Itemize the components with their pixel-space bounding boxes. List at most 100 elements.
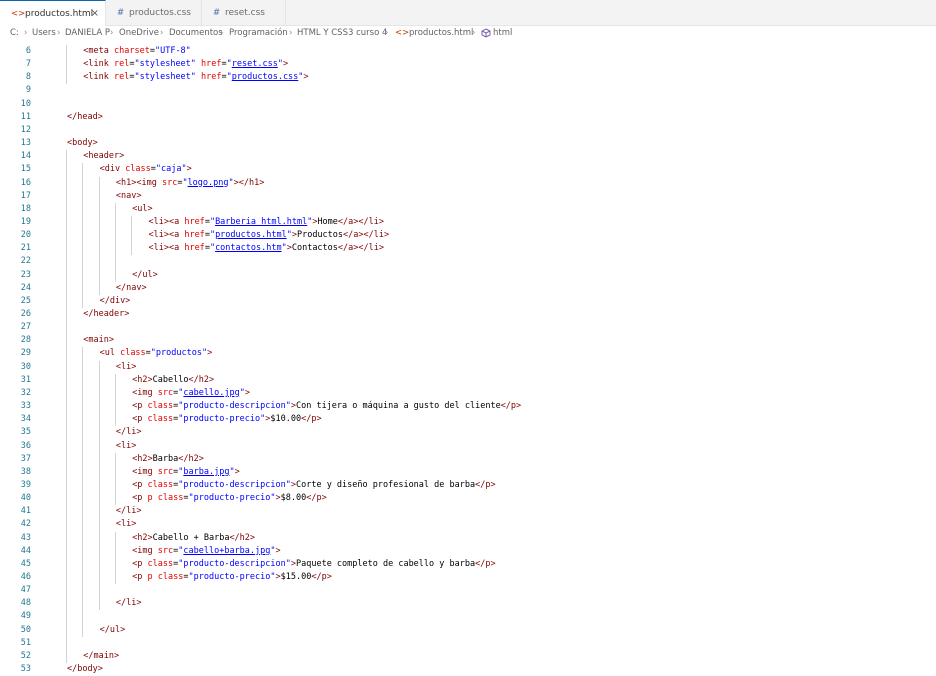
code-token[interactable]: logo.png	[188, 178, 229, 188]
code-text: <img src="cabello.jpg">	[132, 387, 250, 400]
code-line[interactable]: 8 <link rel="stylesheet" href="productos.…	[0, 71, 936, 84]
code-line[interactable]: 43 <h2>Cabello + Barba</h2>	[0, 532, 936, 545]
code-text: </main>	[83, 650, 119, 663]
code-line[interactable]: 10	[0, 98, 936, 111]
code-token[interactable]: productos.css	[232, 72, 299, 82]
code-line[interactable]: 9	[0, 84, 936, 97]
code-text: </nav>	[116, 282, 147, 295]
code-token: <li><a	[148, 216, 185, 227]
line-number: 23	[20, 269, 31, 280]
code-text: <h2>Barba</h2>	[132, 453, 204, 466]
code-token: </h2>	[178, 453, 204, 464]
code-line[interactable]: 46 <p p class="producto-precio">$15.00</p…	[0, 571, 936, 584]
tab-reset-css[interactable]: # reset.css	[202, 0, 286, 26]
code-line[interactable]: 39 <p class="producto-descripcion">Corte …	[0, 479, 936, 492]
code-line[interactable]: 44 <img src="cabello+barba.jpg">	[0, 545, 936, 558]
code-text: </li>	[116, 597, 142, 610]
code-line[interactable]: 27	[0, 321, 936, 334]
code-token[interactable]: Barberia_html.html	[215, 217, 307, 227]
code-line[interactable]: 14 <header>	[0, 150, 936, 163]
code-text: </li>	[116, 505, 142, 518]
code-line[interactable]: 23 </ul>	[0, 269, 936, 282]
code-line[interactable]: 32 <img src="cabello.jpg">	[0, 387, 936, 400]
code-token: </p>	[475, 558, 496, 569]
breadcrumb-item[interactable]: html	[493, 26, 512, 40]
code-text: </ul>	[100, 624, 126, 637]
code-token: </p>	[500, 401, 522, 412]
code-line[interactable]: 26 </header>	[0, 308, 936, 321]
code-line[interactable]: 28 <main>	[0, 334, 936, 347]
tab-productos-html[interactable]: <> productos.html ×	[0, 0, 106, 26]
code-line[interactable]: 25 </div>	[0, 295, 936, 308]
code-line[interactable]: 22	[0, 255, 936, 268]
code-token[interactable]: reset.css	[232, 59, 278, 69]
code-token: $10.00	[270, 414, 302, 425]
code-line[interactable]: 20 <li><a href="productos.html">Productos…	[0, 229, 936, 242]
breadcrumb-item[interactable]: Users	[32, 26, 56, 40]
code-line[interactable]: 49	[0, 610, 936, 623]
code-token[interactable]: contactos.htm	[215, 243, 282, 253]
tab-productos-css[interactable]: # productos.css	[106, 0, 202, 26]
code-token: "producto-descripcion"	[178, 558, 291, 569]
code-text: </body>	[67, 663, 103, 676]
code-line[interactable]: 41 </li>	[0, 505, 936, 518]
code-token[interactable]: productos.html	[215, 230, 287, 240]
code-token: >	[303, 72, 309, 83]
breadcrumb-item[interactable]: productos.html	[409, 26, 473, 40]
code-token: <p	[132, 479, 148, 490]
code-token[interactable]: cabello+barba.jpg	[183, 546, 270, 556]
code-line[interactable]: 40 <p p class="producto-precio">$8.00</p>	[0, 492, 936, 505]
code-line[interactable]: 42 <li>	[0, 518, 936, 531]
line-number: 7	[25, 59, 31, 70]
close-icon[interactable]: ×	[91, 1, 99, 27]
line-number: 30	[20, 361, 31, 372]
code-line[interactable]: 37 <h2>Barba</h2>	[0, 453, 936, 466]
code-line[interactable]: 34 <p class="producto-precio">$10.00</p>	[0, 413, 936, 426]
code-token[interactable]: cabello.jpg	[183, 388, 239, 398]
code-token: <li><a	[148, 243, 185, 254]
code-line[interactable]: 38 <img src="barba.jpg">	[0, 466, 936, 479]
code-line[interactable]: 53 </body>	[0, 663, 936, 676]
code-text: <ul class="productos">	[100, 347, 213, 360]
code-line[interactable]: 31 <h2>Cabello</h2>	[0, 374, 936, 387]
breadcrumb-item[interactable]: HTML Y CSS3 curso 4	[297, 26, 387, 40]
code-token: </li>	[115, 427, 142, 438]
code-line[interactable]: 51	[0, 637, 936, 650]
code-line[interactable]: 13 <body>	[0, 137, 936, 150]
code-line[interactable]: 12	[0, 124, 936, 137]
code-line[interactable]: 35 </li>	[0, 426, 936, 439]
code-line[interactable]: 15 <div class="caja">	[0, 163, 936, 176]
code-line[interactable]: 6 <meta charset="UTF-8"	[0, 45, 936, 58]
code-line[interactable]: 52 </main>	[0, 650, 936, 663]
breadcrumb-item[interactable]: Documentos	[169, 26, 223, 40]
code-line[interactable]: 16 <h1><img src="logo.png"></h1>	[0, 177, 936, 190]
code-line[interactable]: 50 </ul>	[0, 624, 936, 637]
breadcrumb-item[interactable]: Programación	[229, 26, 288, 40]
code-line[interactable]: 47	[0, 584, 936, 597]
code-line[interactable]: 36 <li>	[0, 440, 936, 453]
code-line[interactable]: 29 <ul class="productos">	[0, 347, 936, 360]
breadcrumb-item[interactable]: OneDrive	[119, 26, 159, 40]
breadcrumb-item[interactable]: DANIELA P	[65, 26, 110, 40]
code-line[interactable]: 45 <p class="producto-descripcion">Paquet…	[0, 558, 936, 571]
code-token: </h2>	[188, 374, 215, 385]
code-line[interactable]: 11 </head>	[0, 111, 936, 124]
code-text: <link rel="stylesheet" href="reset.css">	[83, 58, 288, 71]
code-line[interactable]: 18 <ul>	[0, 203, 936, 216]
line-number: 48	[20, 598, 31, 609]
code-line[interactable]: 33 <p class="producto-descripcion">Con ti…	[0, 400, 936, 413]
code-line[interactable]: 48 </li>	[0, 597, 936, 610]
code-line[interactable]: 21 <li><a href="contactos.htm">Contactos<…	[0, 242, 936, 255]
code-line[interactable]: 17 <nav>	[0, 190, 936, 203]
code-editor[interactable]: 6 <meta charset="UTF-8" 7 <link rel="styles…	[0, 42, 936, 674]
code-token: "caja"	[155, 164, 187, 175]
line-number: 45	[20, 558, 31, 569]
line-number: 16	[20, 177, 31, 188]
code-line[interactable]: 24 </nav>	[0, 282, 936, 295]
code-line[interactable]: 30 <li>	[0, 361, 936, 374]
code-token[interactable]: barba.jpg	[183, 467, 229, 477]
code-token: p class	[147, 572, 184, 582]
breadcrumb-item[interactable]: C:	[10, 26, 19, 40]
code-line[interactable]: 7 <link rel="stylesheet" href="reset.css"…	[0, 58, 936, 71]
code-line[interactable]: 19 <li><a href="Barberia_html.html">Home<…	[0, 216, 936, 229]
